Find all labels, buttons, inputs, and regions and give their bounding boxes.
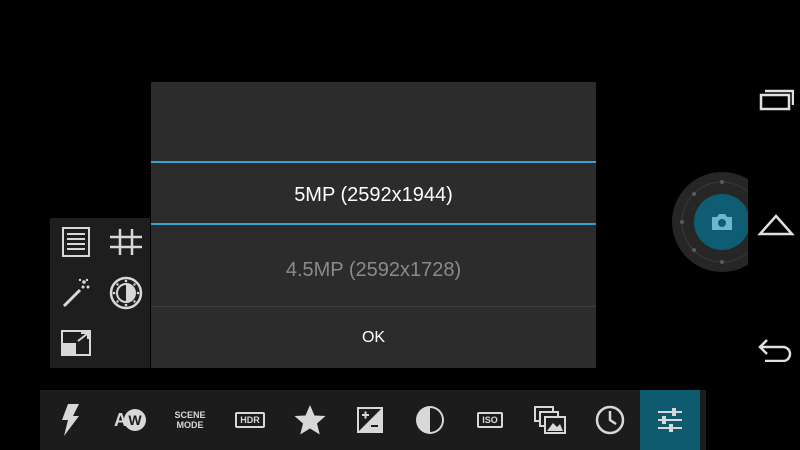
recent-apps-icon — [759, 89, 794, 111]
magic-wand-icon[interactable] — [58, 275, 94, 311]
flash-icon — [62, 404, 79, 436]
ok-button[interactable]: OK — [151, 307, 596, 368]
shutter-button[interactable] — [694, 194, 750, 250]
quick-settings-panel — [50, 218, 150, 368]
gallery-icon — [534, 406, 566, 434]
iso-label: ISO — [477, 412, 503, 428]
system-nav-bar — [748, 0, 800, 450]
resolution-option[interactable]: 4.5MP (2592x1728) — [151, 259, 596, 282]
settings-sliders-icon — [658, 408, 682, 432]
scene-mode-button[interactable]: SCENE MODE — [160, 390, 220, 450]
back-button[interactable] — [756, 333, 796, 365]
back-icon — [758, 339, 792, 362]
camera-icon — [712, 214, 732, 230]
timer-icon — [595, 405, 625, 435]
white-balance-button[interactable]: A W — [100, 390, 160, 450]
contrast-button[interactable] — [400, 390, 460, 450]
scene-mode-label-2: MODE — [176, 420, 204, 430]
resize-icon[interactable] — [58, 325, 94, 361]
grid-icon[interactable] — [108, 224, 144, 260]
bottom-toolbar: A W SCENE MODE HDR ISO — [40, 390, 706, 450]
resolution-dialog: 5MP (2592x1944) 4.5MP (2592x1728) OK — [151, 82, 596, 368]
flash-button[interactable] — [40, 390, 100, 450]
timer-button[interactable] — [580, 390, 640, 450]
exposure-icon — [357, 407, 383, 433]
white-balance-icon: A W — [114, 409, 146, 431]
settings-button[interactable] — [640, 390, 700, 450]
gallery-button[interactable] — [520, 390, 580, 450]
picker-divider-top — [151, 161, 596, 163]
recent-apps-button[interactable] — [756, 84, 796, 116]
favorites-button[interactable] — [280, 390, 340, 450]
contrast-icon — [416, 406, 444, 434]
hdr-label: HDR — [235, 412, 265, 428]
resolution-option-selected[interactable]: 5MP (2592x1944) — [151, 184, 596, 207]
star-icon — [294, 405, 326, 435]
home-button[interactable] — [756, 209, 796, 241]
brightness-icon[interactable] — [108, 275, 144, 311]
exposure-button[interactable] — [340, 390, 400, 450]
picker-divider-bottom — [151, 223, 596, 225]
document-icon[interactable] — [58, 224, 94, 260]
hdr-button[interactable]: HDR — [220, 390, 280, 450]
home-icon — [757, 214, 795, 236]
scene-mode-label-1: SCENE — [174, 410, 206, 420]
iso-button[interactable]: ISO — [460, 390, 520, 450]
